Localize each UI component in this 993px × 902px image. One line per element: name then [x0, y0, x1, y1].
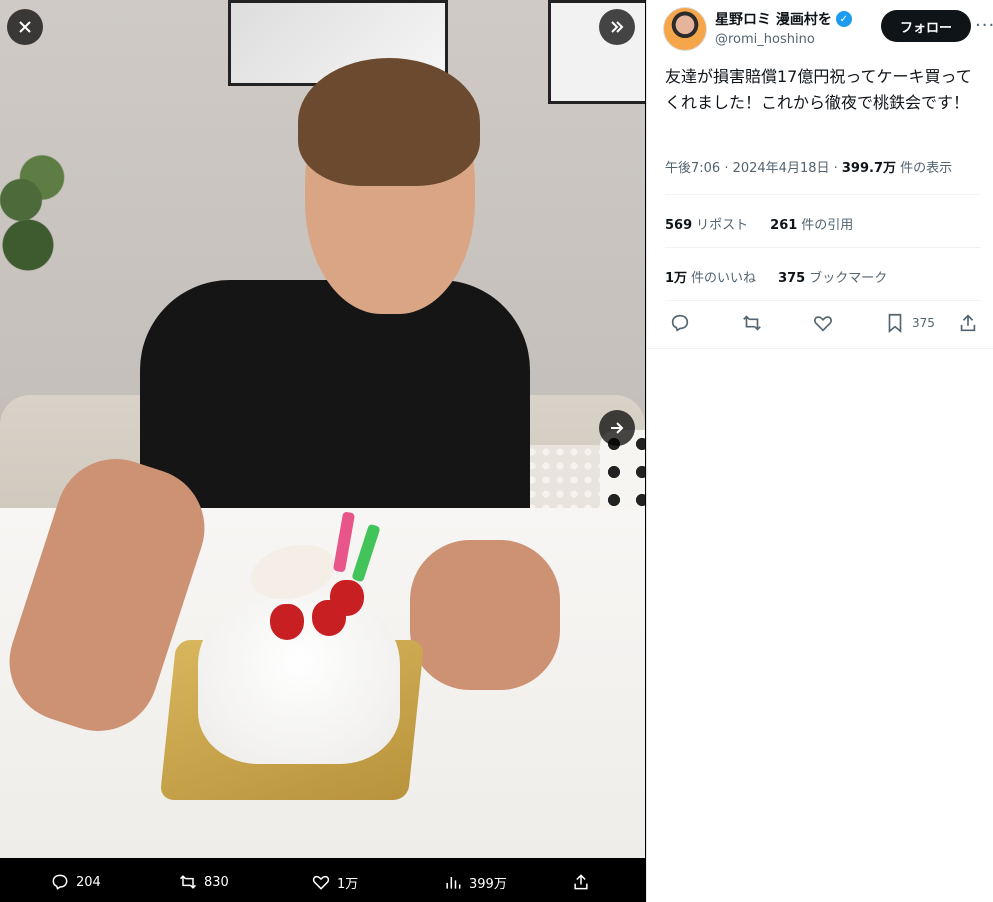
likes-stat[interactable]: 1万 件のいいね — [665, 267, 756, 286]
bookmarks-stat-label: ブックマーク — [809, 271, 888, 286]
media-viewer: 204 830 1万 399万 — [0, 0, 645, 902]
reply-count: 204 — [76, 874, 101, 890]
heart-icon — [814, 316, 832, 332]
display-name-row[interactable]: 星野ロミ 漫画村を ✓ — [715, 9, 852, 29]
tweet-views-label: 件の表示 — [896, 161, 953, 176]
repost-icon — [743, 315, 761, 331]
arrow-right-icon — [611, 422, 624, 434]
strawberry — [330, 580, 364, 616]
strawberry — [270, 604, 304, 640]
author-names: 星野ロミ 漫画村を ✓ @romi_hoshino — [715, 9, 852, 47]
reposts-stat-label: リポスト — [696, 218, 749, 233]
bookmark-button[interactable]: 375 — [884, 312, 935, 334]
tweet-actions: 375 — [665, 312, 981, 338]
bookmark-icon — [888, 313, 902, 334]
views-button[interactable]: 399万 — [443, 872, 507, 892]
like-button[interactable] — [812, 312, 834, 334]
share-icon — [960, 314, 976, 332]
quotes-stat-label: 件の引用 — [801, 218, 854, 233]
expand-button[interactable] — [599, 9, 635, 45]
tweet-text: 友達が損害賠償17億円祝ってケーキ買ってくれました！これから徹夜で桃鉄会です！ — [665, 67, 972, 112]
repost-button[interactable]: 830 — [178, 872, 229, 892]
repost-button[interactable] — [741, 312, 763, 334]
analytics-icon — [446, 877, 461, 889]
heart-icon — [312, 875, 330, 890]
reply-icon — [52, 874, 68, 890]
divider — [647, 348, 993, 349]
plant — [0, 140, 70, 290]
reply-button[interactable] — [669, 312, 691, 334]
bookmark-count: 375 — [912, 316, 935, 330]
quotes-stat-count: 261 — [770, 218, 798, 233]
person-arm — [410, 540, 560, 690]
bookmarks-stat-count: 375 — [778, 271, 806, 286]
reposts-stat[interactable]: 569 リポスト — [665, 214, 748, 233]
like-button[interactable]: 1万 — [311, 872, 358, 892]
likes-stat-count: 1万 — [665, 271, 688, 286]
reposts-stat-count: 569 — [665, 218, 693, 233]
reply-icon — [671, 314, 689, 332]
close-button[interactable] — [7, 9, 43, 45]
verified-badge-icon: ✓ — [835, 11, 852, 27]
share-button[interactable] — [571, 872, 591, 892]
tweet-views-count: 399.7万 — [841, 161, 897, 176]
tweet-timestamp[interactable]: 午後7:06 · 2024年4月18日 · — [665, 161, 842, 176]
bookmarks-stat[interactable]: 375 ブックマーク — [778, 267, 887, 286]
handle[interactable]: @romi_hoshino — [715, 32, 852, 47]
tweet-meta: 午後7:06 · 2024年4月18日 · 399.7万 件の表示 — [665, 157, 952, 176]
follow-button[interactable]: フォロー — [881, 10, 971, 42]
tweet-header: 星野ロミ 漫画村を ✓ @romi_hoshino フォロー ··· — [663, 7, 993, 53]
views-count: 399万 — [469, 876, 507, 892]
avatar[interactable] — [663, 7, 707, 51]
like-count: 1万 — [337, 876, 359, 892]
repost-stats-row: 569 リポスト 261 件の引用 — [665, 214, 853, 233]
likes-stat-label: 件のいいね — [691, 271, 757, 286]
divider — [665, 300, 981, 301]
like-stats-row: 1万 件のいいね 375 ブックマーク — [665, 267, 887, 286]
divider — [665, 247, 981, 248]
double-chevron-right-icon — [611, 21, 624, 33]
display-name[interactable]: 星野ロミ 漫画村を — [715, 9, 832, 29]
share-icon — [574, 874, 588, 890]
divider — [665, 194, 981, 195]
media-action-bar: 204 830 1万 399万 — [0, 862, 645, 902]
repost-icon — [179, 875, 197, 889]
close-icon — [19, 21, 31, 33]
tweet-detail-panel: 星野ロミ 漫画村を ✓ @romi_hoshino フォロー ··· 友達が損害… — [646, 0, 993, 902]
more-options-icon[interactable]: ··· — [975, 15, 993, 36]
next-image-button[interactable] — [599, 410, 635, 446]
reply-button[interactable]: 204 — [50, 872, 101, 892]
person-hair — [298, 58, 480, 186]
tweet-photo[interactable] — [0, 0, 645, 858]
quotes-stat[interactable]: 261 件の引用 — [770, 214, 853, 233]
share-button[interactable] — [957, 312, 979, 334]
repost-count: 830 — [204, 874, 229, 890]
